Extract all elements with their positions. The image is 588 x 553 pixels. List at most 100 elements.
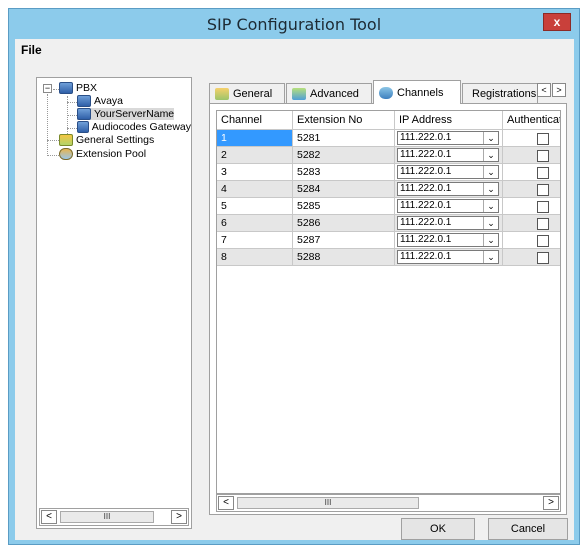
column-header-authentication[interactable]: Authentication (503, 111, 560, 130)
tab-scroll-right-button[interactable]: > (552, 83, 566, 97)
close-button[interactable]: x (543, 13, 571, 31)
tab-registrations[interactable]: Registrations (462, 83, 538, 103)
ip-address-combo[interactable]: 111.222.0.1 ⌄ (395, 164, 503, 181)
channels-tab-page: Channel Extension No IP Address Authenti… (209, 103, 567, 515)
tree-horizontal-scrollbar[interactable]: < III > (39, 508, 189, 526)
authentication-checkbox[interactable] (537, 167, 549, 179)
column-header-ip[interactable]: IP Address (395, 111, 503, 130)
tab-channels[interactable]: Channels (373, 80, 461, 104)
ip-address-combo[interactable]: 111.222.0.1 ⌄ (395, 198, 503, 215)
tab-general[interactable]: General (209, 83, 285, 103)
cell-channel[interactable]: 2 (217, 147, 293, 164)
ip-address-combo[interactable]: 111.222.0.1 ⌄ (395, 181, 503, 198)
cell-channel[interactable]: 4 (217, 181, 293, 198)
chevron-down-icon[interactable]: ⌄ (483, 183, 498, 195)
ok-button[interactable]: OK (401, 518, 475, 540)
tree-item-yourservername[interactable]: YourServerName (77, 108, 175, 120)
ip-address-field[interactable]: 111.222.0.1 ⌄ (397, 250, 499, 264)
table-row[interactable]: 6 5286 111.222.0.1 ⌄ (217, 215, 560, 232)
cell-channel[interactable]: 6 (217, 215, 293, 232)
ip-address-combo[interactable]: 111.222.0.1 ⌄ (395, 147, 503, 164)
tree-item-label: Extension Pool (76, 148, 147, 160)
cell-authentication (503, 181, 560, 198)
cancel-button[interactable]: Cancel (488, 518, 568, 540)
scroll-left-button[interactable]: < (41, 510, 57, 524)
cell-extension[interactable]: 5282 (293, 147, 395, 164)
column-header-channel[interactable]: Channel (217, 111, 293, 130)
tree-item-pbx[interactable]: PBX (59, 82, 97, 94)
tree-item-general-settings[interactable]: General Settings (59, 134, 154, 146)
ip-address-field[interactable]: 111.222.0.1 ⌄ (397, 199, 499, 213)
authentication-checkbox[interactable] (537, 133, 549, 145)
table-row[interactable]: 5 5285 111.222.0.1 ⌄ (217, 198, 560, 215)
chevron-down-icon[interactable]: ⌄ (483, 132, 498, 144)
authentication-checkbox[interactable] (537, 201, 549, 213)
ip-address-combo[interactable]: 111.222.0.1 ⌄ (395, 232, 503, 249)
authentication-checkbox[interactable] (537, 150, 549, 162)
cell-extension[interactable]: 5286 (293, 215, 395, 232)
table-row[interactable]: 7 5287 111.222.0.1 ⌄ (217, 232, 560, 249)
cell-channel[interactable]: 7 (217, 232, 293, 249)
scroll-left-button[interactable]: < (218, 496, 234, 510)
ip-address-field[interactable]: 111.222.0.1 ⌄ (397, 216, 499, 230)
scroll-right-button[interactable]: > (171, 510, 187, 524)
chevron-down-icon[interactable]: ⌄ (483, 234, 498, 246)
window-title: SIP Configuration Tool (206, 15, 382, 34)
table-row[interactable]: 4 5284 111.222.0.1 ⌄ (217, 181, 560, 198)
tab-scroll-left-button[interactable]: < (537, 83, 551, 97)
ip-address-field[interactable]: 111.222.0.1 ⌄ (397, 165, 499, 179)
table-row[interactable]: 8 5288 111.222.0.1 ⌄ (217, 249, 560, 266)
column-header-extension[interactable]: Extension No (293, 111, 395, 130)
cell-extension[interactable]: 5284 (293, 181, 395, 198)
table-row[interactable]: 2 5282 111.222.0.1 ⌄ (217, 147, 560, 164)
ip-address-field[interactable]: 111.222.0.1 ⌄ (397, 131, 499, 145)
tree-item-audiocodes[interactable]: Audiocodes Gateway (77, 121, 191, 133)
chevron-down-icon[interactable]: ⌄ (483, 200, 498, 212)
cell-extension[interactable]: 5288 (293, 249, 395, 266)
tree-connector (67, 128, 77, 129)
tree-item-label: Avaya (94, 95, 123, 107)
table-row[interactable]: 1 5281 111.222.0.1 ⌄ (217, 130, 560, 147)
ip-address-field[interactable]: 111.222.0.1 ⌄ (397, 182, 499, 196)
cell-channel[interactable]: 3 (217, 164, 293, 181)
scroll-thumb[interactable]: III (60, 511, 154, 523)
ip-address-field[interactable]: 111.222.0.1 ⌄ (397, 233, 499, 247)
server-icon (77, 95, 91, 107)
table-row[interactable]: 3 5283 111.222.0.1 ⌄ (217, 164, 560, 181)
scroll-right-button[interactable]: > (543, 496, 559, 510)
tree-item-label: General Settings (76, 134, 155, 146)
cell-extension[interactable]: 5285 (293, 198, 395, 215)
config-tree[interactable]: − PBX Avaya YourServerName Audiocodes Ga… (36, 77, 192, 529)
cell-extension[interactable]: 5283 (293, 164, 395, 181)
grid-horizontal-scrollbar[interactable]: < III > (216, 494, 561, 512)
cell-authentication (503, 130, 560, 147)
ip-address-combo[interactable]: 111.222.0.1 ⌄ (395, 130, 503, 147)
authentication-checkbox[interactable] (537, 235, 549, 247)
phone-icon (379, 86, 393, 99)
chevron-down-icon[interactable]: ⌄ (483, 251, 498, 263)
ip-address-field[interactable]: 111.222.0.1 ⌄ (397, 148, 499, 162)
title-bar[interactable]: SIP Configuration Tool x (9, 9, 579, 39)
cell-extension[interactable]: 5287 (293, 232, 395, 249)
cell-extension[interactable]: 5281 (293, 130, 395, 147)
chevron-down-icon[interactable]: ⌄ (483, 166, 498, 178)
channels-grid[interactable]: Channel Extension No IP Address Authenti… (216, 110, 561, 494)
expander-icon[interactable]: − (43, 84, 52, 93)
authentication-checkbox[interactable] (537, 252, 549, 264)
ip-address-value: 111.222.0.1 (400, 149, 452, 160)
tab-advanced[interactable]: Advanced (286, 83, 372, 103)
client-area: File − PBX Avaya YourServerName Audiocod… (15, 39, 574, 540)
ip-address-combo[interactable]: 111.222.0.1 ⌄ (395, 215, 503, 232)
tree-item-extension-pool[interactable]: Extension Pool (59, 148, 146, 160)
chevron-down-icon[interactable]: ⌄ (483, 217, 498, 229)
menu-file[interactable]: File (21, 43, 42, 57)
ip-address-combo[interactable]: 111.222.0.1 ⌄ (395, 249, 503, 266)
tree-item-avaya[interactable]: Avaya (77, 95, 123, 107)
cell-channel[interactable]: 5 (217, 198, 293, 215)
cell-channel[interactable]: 8 (217, 249, 293, 266)
chevron-down-icon[interactable]: ⌄ (483, 149, 498, 161)
cell-channel[interactable]: 1 (217, 130, 293, 147)
authentication-checkbox[interactable] (537, 184, 549, 196)
scroll-thumb[interactable]: III (237, 497, 419, 509)
authentication-checkbox[interactable] (537, 218, 549, 230)
